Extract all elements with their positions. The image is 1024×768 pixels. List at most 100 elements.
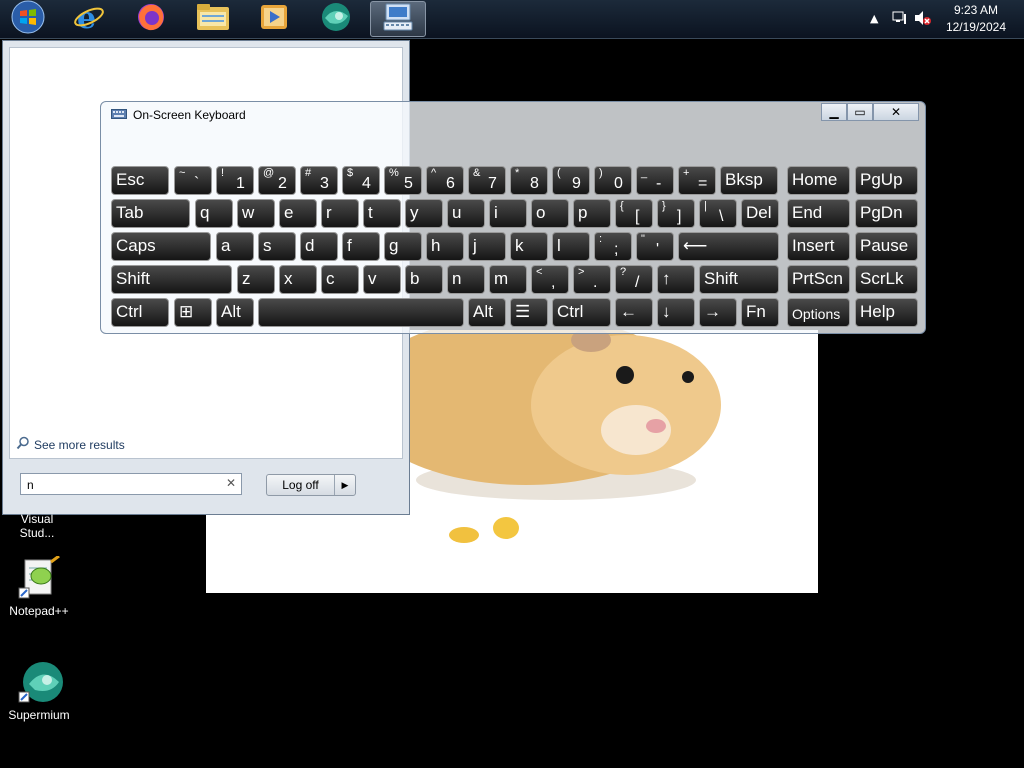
osk-key[interactable]: End bbox=[787, 199, 850, 228]
osk-key[interactable]: ) 0 bbox=[594, 166, 632, 195]
osk-key[interactable]: Pause bbox=[855, 232, 918, 261]
osk-key[interactable]: Ctrl bbox=[111, 298, 169, 327]
key-label: Alt bbox=[221, 302, 241, 321]
taskbar-firefox[interactable] bbox=[123, 1, 179, 37]
osk-key[interactable]: a bbox=[216, 232, 254, 261]
osk-key[interactable]: $4 bbox=[342, 166, 380, 195]
osk-key[interactable]: ⊞ bbox=[174, 298, 212, 327]
osk-key[interactable]: ! 1 bbox=[216, 166, 254, 195]
osk-key[interactable]: e bbox=[279, 199, 317, 228]
osk-key[interactable]: y bbox=[405, 199, 443, 228]
clear-search-icon[interactable]: ✕ bbox=[226, 476, 236, 490]
osk-key[interactable]: ⟵ bbox=[678, 232, 779, 261]
osk-key[interactable]: Shift bbox=[699, 265, 779, 294]
start-button[interactable] bbox=[0, 0, 56, 37]
log-off-button[interactable]: Log off ▶ bbox=[266, 474, 356, 496]
osk-key[interactable]: ↓ bbox=[657, 298, 695, 327]
network-icon[interactable] bbox=[892, 10, 908, 29]
osk-key[interactable]: & 7 bbox=[468, 166, 506, 195]
osk-key[interactable]: o bbox=[531, 199, 569, 228]
osk-key[interactable]: {[ bbox=[615, 199, 653, 228]
log-off-label[interactable]: Log off bbox=[267, 475, 335, 495]
osk-key[interactable]: ☰ bbox=[510, 298, 548, 327]
taskbar-supermium[interactable] bbox=[308, 1, 364, 37]
desktop-icon-supermium[interactable]: Supermium bbox=[4, 660, 74, 722]
osk-key[interactable]: Help bbox=[855, 298, 918, 327]
osk-key[interactable]: #3 bbox=[300, 166, 338, 195]
see-more-results-link[interactable]: See more results bbox=[16, 436, 125, 453]
osk-key[interactable]: ? / bbox=[615, 265, 653, 294]
show-hidden-icons-button[interactable]: ▲ bbox=[870, 12, 878, 25]
osk-key[interactable]: n bbox=[447, 265, 485, 294]
shutdown-options-arrow-icon[interactable]: ▶ bbox=[335, 475, 355, 495]
osk-key[interactable]: q bbox=[195, 199, 233, 228]
osk-key[interactable]: ScrLk bbox=[855, 265, 918, 294]
osk-key[interactable]: | \ bbox=[699, 199, 737, 228]
osk-key[interactable] bbox=[258, 298, 464, 327]
osk-key[interactable]: >. bbox=[573, 265, 611, 294]
osk-key[interactable]: <, bbox=[531, 265, 569, 294]
osk-key[interactable]: x bbox=[279, 265, 317, 294]
osk-key[interactable]: Fn bbox=[741, 298, 779, 327]
desktop-icon-visual-studio[interactable]: Visual Stud... bbox=[2, 512, 72, 540]
osk-key[interactable]: h bbox=[426, 232, 464, 261]
osk-key[interactable]: Alt bbox=[468, 298, 506, 327]
osk-key[interactable]: f bbox=[342, 232, 380, 261]
osk-key[interactable]: Ctrl bbox=[552, 298, 611, 327]
osk-key[interactable]: PgUp bbox=[855, 166, 918, 195]
osk-key[interactable]: Tab bbox=[111, 199, 190, 228]
taskbar-media-player[interactable] bbox=[246, 1, 302, 37]
osk-key[interactable]: Alt bbox=[216, 298, 254, 327]
osk-key[interactable]: Home bbox=[787, 166, 850, 195]
osk-key[interactable]: → bbox=[699, 298, 737, 327]
osk-key[interactable]: u bbox=[447, 199, 485, 228]
osk-key[interactable]: s bbox=[258, 232, 296, 261]
osk-key[interactable]: PgDn bbox=[855, 199, 918, 228]
osk-key[interactable]: Caps bbox=[111, 232, 211, 261]
osk-key[interactable]: " ' bbox=[636, 232, 674, 261]
osk-key[interactable]: g bbox=[384, 232, 422, 261]
desktop-icon-notepad-plus-plus[interactable]: Notepad++ bbox=[4, 554, 74, 618]
osk-key[interactable]: * 8 bbox=[510, 166, 548, 195]
osk-key[interactable]: j bbox=[468, 232, 506, 261]
taskbar-file-explorer[interactable] bbox=[185, 1, 241, 37]
osk-key[interactable]: % 5 bbox=[384, 166, 422, 195]
osk-key[interactable]: }] bbox=[657, 199, 695, 228]
osk-key[interactable]: r bbox=[321, 199, 359, 228]
osk-key[interactable]: m bbox=[489, 265, 527, 294]
osk-key[interactable]: z bbox=[237, 265, 275, 294]
osk-key[interactable]: Del bbox=[741, 199, 779, 228]
osk-key[interactable]: PrtScn bbox=[787, 265, 850, 294]
osk-key[interactable]: :; bbox=[594, 232, 632, 261]
osk-key[interactable]: + = bbox=[678, 166, 716, 195]
osk-key[interactable]: k bbox=[510, 232, 548, 261]
osk-key[interactable]: c bbox=[321, 265, 359, 294]
osk-key[interactable]: i bbox=[489, 199, 527, 228]
osk-key[interactable]: Esc bbox=[111, 166, 169, 195]
osk-key[interactable]: ^ 6 bbox=[426, 166, 464, 195]
osk-key[interactable]: p bbox=[573, 199, 611, 228]
osk-key[interactable]: b bbox=[405, 265, 443, 294]
osk-key[interactable]: ~ ` bbox=[174, 166, 212, 195]
system-clock[interactable]: 9:23 AM 12/19/2024 bbox=[946, 2, 1006, 36]
osk-key[interactable]: _ - bbox=[636, 166, 674, 195]
osk-key[interactable]: d bbox=[300, 232, 338, 261]
taskbar-internet-explorer[interactable]: e bbox=[61, 1, 117, 37]
osk-key[interactable]: Shift bbox=[111, 265, 232, 294]
taskbar-on-screen-keyboard[interactable] bbox=[370, 1, 426, 37]
osk-key[interactable]: ← bbox=[615, 298, 653, 327]
volume-muted-icon[interactable] bbox=[914, 10, 932, 29]
start-search-box[interactable]: ✕ bbox=[20, 473, 242, 495]
osk-key[interactable]: t bbox=[363, 199, 401, 228]
key-label: h bbox=[431, 236, 441, 255]
search-input[interactable] bbox=[25, 475, 219, 495]
osk-key[interactable]: Options bbox=[787, 298, 850, 327]
osk-key[interactable]: ↑ bbox=[657, 265, 695, 294]
osk-key[interactable]: v bbox=[363, 265, 401, 294]
osk-key[interactable]: w bbox=[237, 199, 275, 228]
osk-key[interactable]: Insert bbox=[787, 232, 850, 261]
osk-key[interactable]: l bbox=[552, 232, 590, 261]
osk-key[interactable]: @2 bbox=[258, 166, 296, 195]
osk-key[interactable]: (9 bbox=[552, 166, 590, 195]
osk-key[interactable]: Bksp bbox=[720, 166, 778, 195]
